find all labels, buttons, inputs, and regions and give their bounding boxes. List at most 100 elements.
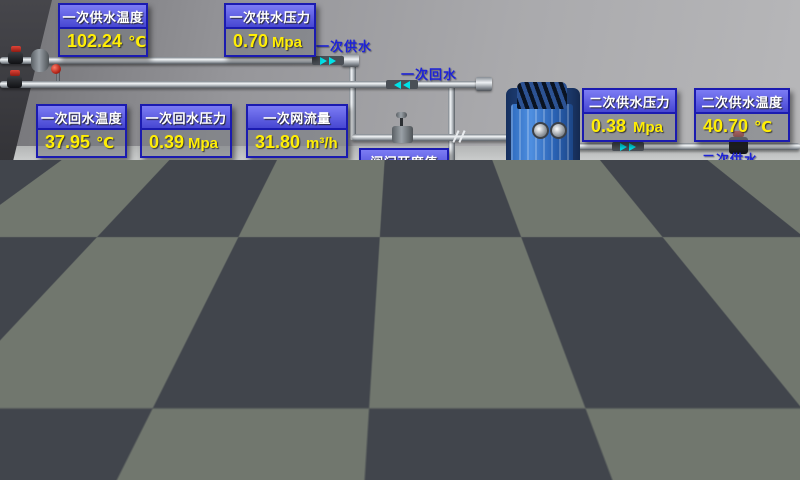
exchanger-port (550, 192, 567, 209)
tag-value: 0.70 (233, 31, 268, 52)
tag-value: 33.88 (288, 409, 333, 430)
sensor-tag-secondary-return-temp[interactable]: 二次回水温度 36.63 ℃ (693, 246, 791, 300)
pump-fan-cap (236, 378, 260, 388)
tank-vent-pipe (126, 256, 158, 305)
tag-unit: ℃ (128, 33, 146, 51)
tag-title: 一次网流量 (248, 106, 346, 130)
pump-volute (495, 252, 521, 272)
tag-unit: m³/h (306, 135, 338, 152)
pump-nameplate (242, 391, 253, 423)
makeup-pump-2[interactable] (226, 378, 270, 470)
tag-value: 1.10 (43, 330, 78, 351)
tag-title: 水箱液位高度 (36, 304, 127, 328)
pipe-label-makeup-water: 补水 (579, 401, 607, 420)
pipe-label-secondary-return: 二次回水 (716, 308, 772, 327)
valve-handle (546, 299, 557, 305)
pipe-label-secondary-supply: 二次供水 (702, 149, 758, 168)
tank-seam (73, 345, 75, 437)
tag-unit: Hz (339, 412, 357, 429)
network-control-valve[interactable] (392, 126, 413, 143)
pump-nameplate (440, 209, 451, 241)
tag-value: 102.24 (67, 31, 122, 52)
tag-title: 一次供水温度 (60, 5, 146, 29)
sensor-tag-secondary-supply-temp[interactable]: 二次供水温度 40.70 ℃ (694, 88, 790, 142)
tag-title: 二次供水温度 (696, 90, 788, 114)
strainer-filter[interactable] (31, 49, 49, 72)
pump-nameplate (502, 204, 513, 236)
makeup-loop-left-pipe (200, 362, 206, 428)
pipe-flange (476, 77, 492, 91)
control-valve-actuator (396, 112, 407, 118)
tag-title: 阀门开度值 (361, 150, 447, 174)
primary-supply-pipe (0, 57, 352, 64)
sensor-tag-tank-level[interactable]: 水箱液位高度 1.10 m³ (34, 302, 129, 356)
pump-fan-cap (496, 191, 520, 201)
flow-arrow-icon (489, 294, 521, 303)
water-tank[interactable] (0, 250, 200, 475)
valve-handle (11, 46, 21, 52)
flow-arrow-icon (312, 56, 344, 65)
tank-manhole (82, 355, 132, 405)
primary-supply-valve[interactable] (8, 52, 23, 64)
tag-unit: m³ (97, 333, 115, 350)
tag-title: 二次回水压力 (583, 248, 670, 272)
pipe-label-primary-supply: 一次供水 (316, 36, 372, 55)
pipe-flange (342, 54, 359, 67)
sensor-tag-primary-supply-pressure[interactable]: 一次供水压力 0.70Mpa (224, 3, 316, 57)
tag-value: 5.92 (368, 176, 403, 197)
circulation-pump-1[interactable] (424, 196, 468, 288)
tag-value: 37.95 (45, 132, 90, 153)
tag-unit: % (422, 179, 435, 196)
tag-unit: Mpa (272, 34, 302, 51)
tag-title: 一次回水温度 (38, 106, 125, 130)
tank-leg (88, 437, 97, 467)
makeup-branch-valve[interactable] (545, 305, 558, 317)
valve-handle (10, 70, 20, 76)
tag-unit: Mpa (628, 277, 658, 294)
flow-arrow-icon (521, 330, 553, 339)
tag-title: 二次回水温度 (695, 248, 789, 272)
tag-unit: ℃ (754, 118, 772, 136)
tag-title: 一次回水压力 (142, 106, 230, 130)
pump-nameplate (256, 331, 267, 363)
pump-volute (235, 439, 261, 459)
exchanger-bolt-cap (517, 82, 567, 109)
tank-leg (12, 437, 21, 467)
sensor-tag-primary-supply-temp[interactable]: 一次供水温度 102.24 ℃ (58, 3, 148, 57)
floor-ghost-outline (335, 262, 391, 298)
tag-value: 36.63 (702, 274, 747, 295)
tank-manhole (18, 360, 68, 410)
makeup-riser-pipe (610, 336, 614, 390)
pump-volute (433, 257, 459, 277)
primary-return-valve[interactable] (7, 76, 22, 88)
tag-unit: Mpa (633, 119, 663, 136)
exchanger-port (550, 122, 567, 139)
tag-value: 40.70 (703, 116, 748, 137)
tag-value: 0.39 (149, 132, 184, 153)
sensor-tag-valve-opening[interactable]: 阀门开度值 5.92% (359, 148, 449, 202)
sensor-tag-secondary-supply-pressure[interactable]: 二次供水压力 0.38Mpa (582, 88, 677, 142)
circulation-pump-2[interactable] (486, 191, 530, 283)
pump-fan-cap (250, 318, 274, 328)
tag-title: 补水泵频率 (281, 383, 371, 407)
sensor-tag-primary-return-pressure[interactable]: 一次回水压力 0.39Mpa (140, 104, 232, 158)
exchanger-port (530, 192, 547, 209)
flow-arrow-icon (578, 390, 610, 399)
sensor-tag-secondary-return-pressure[interactable]: 二次回水压力 0.27Mpa (581, 246, 672, 300)
flow-arrow-icon (612, 142, 644, 151)
sensor-tag-makeup-pump-frequency[interactable]: 补水泵频率 33.88 Hz (279, 381, 373, 435)
tank-leg (48, 437, 57, 467)
tag-unit: ℃ (753, 276, 771, 294)
makeup-loop-riser-pipe (466, 395, 472, 427)
sensor-tag-primary-network-flow[interactable]: 一次网流量 31.80 m³/h (246, 104, 348, 158)
ball-valve-knob[interactable] (51, 64, 61, 74)
tag-title: 一次供水压力 (226, 5, 314, 29)
sensor-tag-primary-return-temp[interactable]: 一次回水温度 37.95℃ (36, 104, 127, 158)
primary-supply-drop-pipe (349, 60, 356, 140)
secondary-supply-pipe (570, 143, 800, 150)
pipe-label-primary-return: 一次回水 (401, 64, 457, 83)
tag-unit: Mpa (188, 135, 218, 152)
tag-value: 31.80 (255, 132, 300, 153)
tag-title: 二次供水压力 (584, 90, 675, 114)
exchanger-port (532, 122, 549, 139)
